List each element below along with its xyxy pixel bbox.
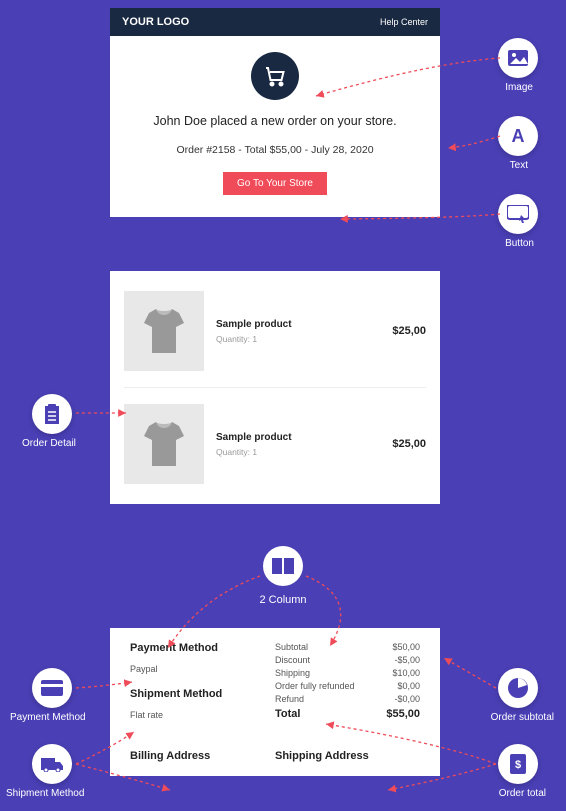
help-link[interactable]: Help Center: [380, 17, 428, 27]
product-image: [124, 291, 204, 371]
image-icon: [498, 38, 538, 78]
shipment-method-title: Shipment Method: [130, 688, 275, 700]
order-total-label: Order total: [499, 788, 546, 799]
shipment-method-label: Shipment Method: [6, 788, 84, 799]
payment-method-title: Payment Method: [130, 642, 275, 654]
svg-text:A: A: [512, 126, 525, 146]
product-quantity: Quantity: 1: [216, 334, 392, 344]
shipment-method-value: Flat rate: [130, 710, 275, 720]
order-total-icon: $: [498, 744, 538, 784]
shipment-method-icon: [32, 744, 72, 784]
product-name: Sample product: [216, 319, 392, 330]
product-row: Sample product Quantity: 1 $25,00: [124, 281, 426, 381]
cart-icon: [251, 52, 299, 100]
subtotal-row: Subtotal$50,00: [275, 642, 420, 652]
product-price: $25,00: [392, 325, 426, 337]
text-label: Text: [510, 160, 528, 171]
order-subtotal-label: Order subtotal: [491, 712, 554, 723]
order-detail-icon: [32, 394, 72, 434]
payment-method-value: Paypal: [130, 664, 275, 674]
shipping-address-title: Shipping Address: [275, 750, 420, 762]
billing-address-title: Billing Address: [130, 750, 275, 762]
order-subtotal-icon: [498, 668, 538, 708]
notification-message: John Doe placed a new order on your stor…: [124, 114, 426, 128]
svg-text:$: $: [515, 759, 521, 771]
shipping-row: Shipping$10,00: [275, 668, 420, 678]
order-summary-line: Order #2158 - Total $55,00 - July 28, 20…: [124, 144, 426, 156]
order-totals-card: Payment Method Paypal Shipment Method Fl…: [110, 628, 440, 776]
go-to-store-button[interactable]: Go To Your Store: [223, 172, 327, 195]
columns-icon: [263, 546, 303, 586]
payment-method-label: Payment Method: [10, 712, 86, 723]
image-label: Image: [505, 82, 533, 93]
total-row: Total$55,00: [275, 708, 420, 720]
product-quantity: Quantity: 1: [216, 447, 392, 457]
card-header: YOUR LOGO Help Center: [110, 8, 440, 36]
button-icon: [498, 194, 538, 234]
order-detail-card: Sample product Quantity: 1 $25,00 Sample…: [110, 271, 440, 504]
logo-text: YOUR LOGO: [122, 16, 189, 28]
product-row: Sample product Quantity: 1 $25,00: [124, 387, 426, 494]
product-image: [124, 404, 204, 484]
notification-card: YOUR LOGO Help Center John Doe placed a …: [110, 8, 440, 217]
refund-row: Refund-$0,00: [275, 694, 420, 704]
refunded-row: Order fully refunded$0,00: [275, 681, 420, 691]
order-detail-label: Order Detail: [22, 438, 76, 449]
button-label: Button: [505, 238, 534, 249]
product-price: $25,00: [392, 438, 426, 450]
text-icon: A: [498, 116, 538, 156]
payment-method-icon: [32, 668, 72, 708]
product-name: Sample product: [216, 432, 392, 443]
two-column-label: 2 Column: [0, 594, 566, 606]
two-column-indicator: 2 Column: [0, 546, 566, 606]
discount-row: Discount-$5,00: [275, 655, 420, 665]
